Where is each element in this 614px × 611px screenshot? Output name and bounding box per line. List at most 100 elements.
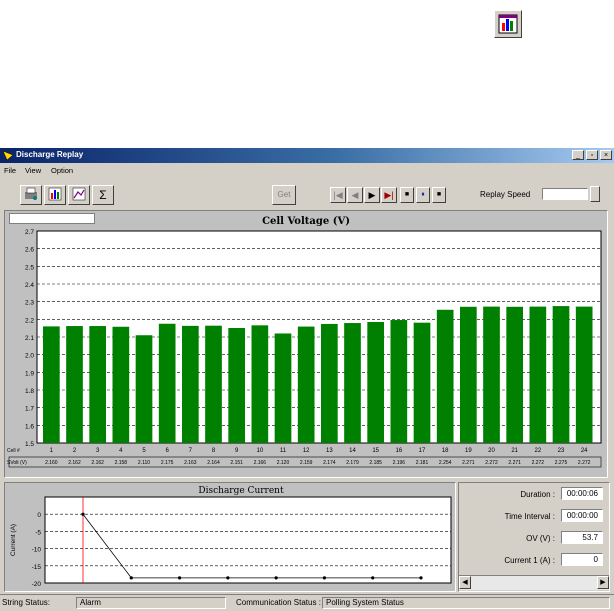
cell-number-label: 10 [256,448,263,454]
close-button[interactable]: × [600,150,612,160]
voltage-bar [413,322,431,443]
first-button[interactable]: |◀ [330,187,346,203]
cell-number-label: 9 [235,448,239,454]
interval-field: 00:00:00 [561,509,603,522]
current-data-point [129,576,133,580]
cell-voltage-label: 2.272 [532,460,545,466]
y-tick-label: -10 [32,547,42,554]
cell-number-label: 7 [189,448,193,454]
chart-icon [72,187,86,201]
duration-field: 00:00:06 [561,487,603,500]
chart-button[interactable] [68,185,90,205]
app-window: Discharge Replay _ ▫ × File View Option … [0,148,614,611]
play-button[interactable]: ▶ [364,187,380,203]
current-data-point [371,576,375,580]
chart-title: Discharge Current [198,486,284,496]
restore-button[interactable]: ▫ [586,150,598,160]
info-panel: Duration : 00:00:06 Time Interval : 00:0… [458,482,610,592]
cell-voltage-label: 2.272 [578,460,591,466]
y-axis-label: Current (A) [10,524,17,556]
prev-icon: ◀ [351,190,359,200]
string-status-value: Alarm [76,597,226,609]
voltage-bar [575,306,593,443]
desktop-chart-icon[interactable] [494,10,522,38]
pause-icon: ⏸ [421,191,425,198]
cell-voltage-label: 2.271 [462,460,475,466]
minimize-button[interactable]: _ [572,150,584,160]
y-tick-label: 0 [37,512,41,519]
replay-speed-label: Replay Speed [480,190,531,199]
y-tick-label: -5 [35,529,41,536]
voltage-bar [66,326,83,443]
last-icon: ▶| [384,190,394,200]
voltage-bar [251,325,269,443]
last-button[interactable]: ▶| [381,187,397,203]
voltage-bar [436,309,454,443]
current-data-point [81,512,85,516]
scroll-right-button[interactable]: ▶ [597,576,609,589]
replay-speed-thumb[interactable] [590,186,600,202]
prev-button[interactable]: ◀ [347,187,363,203]
scroll-left-button[interactable]: ◀ [459,576,471,589]
info-scrollbar[interactable]: ◀ ▶ [459,575,609,590]
window-title: Discharge Replay [16,150,84,159]
cell-voltage-label: 2.162 [68,460,81,466]
cell-voltage-label: 2.160 [45,460,58,466]
y-tick-label: 1.5 [25,441,34,448]
cell-voltage-label: 2.254 [439,460,452,466]
cell-number-label: 13 [326,448,333,454]
chart-title: Cell Voltage (V) [262,216,350,227]
print-button[interactable] [20,185,42,205]
stop-button[interactable]: ■ [432,187,446,203]
y-tick-label: 2.5 [25,264,34,271]
voltage-bar [135,335,153,443]
cell-number-label: 4 [119,448,123,454]
play-icon: ▶ [368,190,376,200]
ov-label: OV (V) : [526,534,555,543]
cell-voltage-label: 2.120 [277,460,290,466]
voltage-bar [460,306,477,443]
y-tick-label: 1.7 [25,406,34,413]
cell-number-label: 14 [349,448,356,454]
voltage-bar [552,306,570,443]
menu-option[interactable]: Option [51,166,73,175]
cell-voltage-label: 2.272 [485,460,498,466]
menu-file[interactable]: File [4,166,16,175]
voltage-bar [228,327,246,443]
cell-voltage-label: 2.110 [138,460,150,466]
voltage-bar [506,306,524,443]
cell-number-label: 23 [558,448,565,454]
first-icon: |◀ [333,190,343,200]
pause-button[interactable]: ⏸ [416,187,430,203]
current-label: Current 1 (A) : [504,556,555,565]
replay-speed-slider[interactable] [542,188,588,200]
cell-number-label: 5 [142,448,146,454]
get-button[interactable]: Get [272,185,296,205]
step-back-button[interactable]: ■ [400,187,414,203]
duration-label: Duration : [520,490,555,499]
cell-voltage-label: 2.185 [369,460,382,466]
cell-number-label: 8 [212,448,216,454]
battery-chart-button[interactable] [44,185,66,205]
menu-view[interactable]: View [25,166,41,175]
voltage-row-label: SVolt (V) [7,460,27,466]
voltage-bar [182,325,199,443]
voltage-bar [89,326,107,443]
cell-voltage-label: 2.162 [91,460,104,466]
y-tick-label: 1.9 [25,370,34,377]
cell-number-label: 12 [303,448,310,454]
y-tick-label: 2.7 [25,229,34,236]
cell-voltage-label: 2.174 [323,460,336,466]
current-data-point [322,576,327,580]
current-data-point [177,576,182,580]
y-tick-label: 2.6 [25,247,34,254]
voltage-bar [483,306,500,443]
cell-voltage-label: 2.166 [254,460,267,466]
cell-number-label: 15 [372,448,379,454]
cell-voltage-label: 2.271 [508,460,521,466]
sigma-button[interactable]: Σ [92,185,114,205]
cell-number-label: 21 [511,448,518,454]
current-field: 0 [561,553,603,566]
cell-number-label: 20 [488,448,495,454]
y-tick-label: -15 [32,564,42,571]
